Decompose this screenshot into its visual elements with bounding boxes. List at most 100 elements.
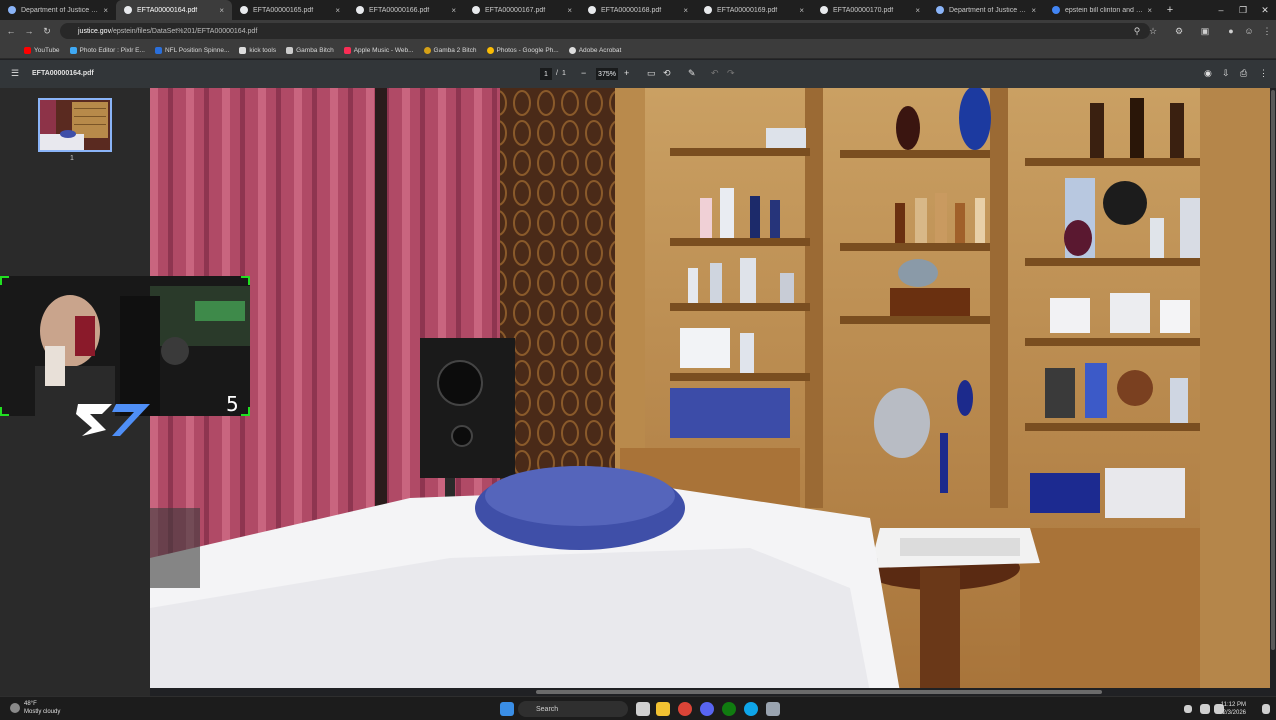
url-path: /epstein/files/DataSet%201/EFTA00000164.… <box>111 27 258 35</box>
account-icon[interactable]: ☺ <box>1242 24 1256 38</box>
tab-close-icon[interactable]: × <box>567 6 572 15</box>
browser-tab[interactable]: EFTA00000170.pdf × <box>812 0 928 20</box>
horizontal-scroll-thumb[interactable] <box>536 690 1102 694</box>
edge-icon[interactable] <box>744 702 758 716</box>
page-thumbnail[interactable] <box>38 98 112 152</box>
tray-chevron-icon[interactable] <box>1184 705 1192 713</box>
tab-title: Department of Justice | Searc <box>949 6 1028 14</box>
thumbnail-page-number: 1 <box>70 155 74 162</box>
weather-widget[interactable]: 48°F Mostly cloudy <box>10 700 60 716</box>
reload-icon[interactable]: ↻ <box>40 24 54 38</box>
total-pages: 1 <box>562 70 566 77</box>
pdf-page-canvas[interactable] <box>150 88 1270 692</box>
vertical-scrollbar[interactable] <box>1270 88 1276 696</box>
bookmark-google-photos[interactable]: Photos - Google Ph... <box>486 46 559 54</box>
bookmark-star-icon[interactable]: ☆ <box>1146 24 1160 38</box>
bookmark-pixlr[interactable]: Photo Editor : Pixlr E... <box>69 46 145 54</box>
windows-start-icon[interactable] <box>500 702 514 716</box>
webcam-overlay <box>0 276 250 416</box>
tab-close-icon[interactable]: × <box>103 6 108 15</box>
undo-icon[interactable]: ↶ <box>711 68 719 79</box>
menu-kebab-icon[interactable]: ⋮ <box>1260 24 1274 38</box>
annotate-icon[interactable]: ✎ <box>688 68 696 79</box>
youtube-icon <box>24 46 31 54</box>
zoom-out-button[interactable]: − <box>581 68 586 78</box>
pdf-favicon-icon <box>820 6 828 14</box>
browser-tab[interactable]: EFTA00000169.pdf × <box>696 0 812 20</box>
tab-close-icon[interactable]: × <box>799 6 804 15</box>
extensions-icon[interactable]: ⚙ <box>1172 24 1186 38</box>
calculator-icon[interactable] <box>766 702 780 716</box>
page-number-input[interactable]: 1 <box>540 68 552 80</box>
fit-page-icon[interactable]: ▭ <box>647 68 656 79</box>
url-host: justice.gov <box>78 27 112 35</box>
back-icon[interactable]: ← <box>4 24 18 38</box>
bookmark-folder-kick-tools[interactable]: kick tools <box>239 46 276 54</box>
zoom-level-input[interactable]: 375% <box>596 68 618 80</box>
redo-icon[interactable]: ↷ <box>727 68 735 79</box>
forward-icon[interactable]: → <box>22 24 36 38</box>
chrome-icon[interactable] <box>678 702 692 716</box>
bookmark-nfl-spinner[interactable]: NFL Position Spinne... <box>154 46 229 54</box>
browser-tab[interactable]: EFTA00000168.pdf × <box>580 0 696 20</box>
tab-close-icon[interactable]: × <box>915 6 920 15</box>
system-clock[interactable]: 11:12 PM 2/3/2026 <box>1221 701 1246 717</box>
tab-title: EFTA00000167.pdf <box>485 6 546 14</box>
xbox-icon[interactable] <box>722 702 736 716</box>
clock-time: 11:12 PM <box>1220 702 1246 708</box>
address-bar-row: ← → ↻ justice.gov/epstein/files/DataSet%… <box>0 20 1276 42</box>
tab-close-icon[interactable]: × <box>451 6 456 15</box>
tab-close-icon[interactable]: × <box>335 6 340 15</box>
restore-icon[interactable]: ❐ <box>1232 0 1254 20</box>
browser-tab[interactable]: epstein bill clinton and ghisla × <box>1044 0 1160 20</box>
minimize-icon[interactable]: – <box>1210 0 1232 20</box>
hamburger-menu-icon[interactable]: ☰ <box>11 68 19 79</box>
close-window-icon[interactable]: ✕ <box>1254 0 1276 20</box>
horizontal-scrollbar[interactable] <box>150 688 1270 696</box>
bookmark-gamba-2[interactable]: Gamba 2 Bitch <box>423 46 477 54</box>
vertical-scroll-thumb[interactable] <box>1271 90 1275 650</box>
network-icon[interactable] <box>1200 704 1210 714</box>
browser-tab[interactable]: EFTA00000167.pdf × <box>464 0 580 20</box>
rotate-icon[interactable]: ⟲ <box>663 68 671 79</box>
tab-title: epstein bill clinton and ghisla <box>1065 6 1144 14</box>
browser-tab-active[interactable]: EFTA00000164.pdf × <box>116 0 232 20</box>
discord-icon[interactable] <box>700 702 714 716</box>
tab-close-icon[interactable]: × <box>1031 6 1036 15</box>
tab-title: Department of Justice | Data S <box>21 6 99 14</box>
browser-tab[interactable]: EFTA00000166.pdf × <box>348 0 464 20</box>
download-icon[interactable]: ⇩ <box>1222 68 1230 79</box>
browser-tab[interactable]: EFTA00000165.pdf × <box>232 0 348 20</box>
bookmark-youtube[interactable]: YouTube <box>24 46 60 54</box>
tab-close-icon[interactable]: × <box>683 6 688 15</box>
bookmark-label: Photos - Google Ph... <box>496 46 559 54</box>
more-options-icon[interactable]: ⋮ <box>1259 68 1268 79</box>
browser-tab[interactable]: Department of Justice | Data S × <box>0 0 116 20</box>
bookmark-gamba[interactable]: Gamba Bitch <box>286 46 334 54</box>
pixlr-icon <box>69 46 77 54</box>
profile-icon[interactable]: ● <box>1224 24 1238 38</box>
task-view-icon[interactable] <box>636 702 650 716</box>
tab-close-icon[interactable]: × <box>1147 6 1152 15</box>
bookmark-adobe-acrobat[interactable]: Adobe Acrobat <box>568 46 621 54</box>
frame-corner <box>241 276 250 285</box>
pdf-favicon-icon <box>704 6 712 14</box>
new-tab-button[interactable]: + <box>1160 0 1180 20</box>
url-input[interactable]: justice.gov/epstein/files/DataSet%201/EF… <box>60 23 1150 39</box>
translate-icon[interactable]: ◉ <box>1204 68 1212 79</box>
zoom-icon[interactable]: ⚲ <box>1130 24 1144 38</box>
sidebar-icon[interactable]: ▣ <box>1198 24 1212 38</box>
bookmark-apple-music[interactable]: Apple Music - Web... <box>343 46 414 54</box>
file-explorer-icon[interactable] <box>656 702 670 716</box>
tab-title: EFTA00000170.pdf <box>833 6 894 14</box>
print-icon[interactable]: ⎙ <box>1240 68 1247 79</box>
frame-corner <box>241 407 250 416</box>
frame-corner <box>0 407 9 416</box>
pdf-toolbar: ☰ EFTA00000164.pdf 1 / 1 − 375% + ▭ ⟲ ✎ … <box>0 60 1276 88</box>
tab-close-icon[interactable]: × <box>219 6 224 15</box>
notifications-icon[interactable] <box>1262 704 1270 714</box>
browser-tab[interactable]: Department of Justice | Searc × <box>928 0 1044 20</box>
streamer-video-feed <box>0 276 250 416</box>
zoom-in-button[interactable]: + <box>624 68 629 78</box>
taskbar-search[interactable]: Search <box>518 701 628 717</box>
